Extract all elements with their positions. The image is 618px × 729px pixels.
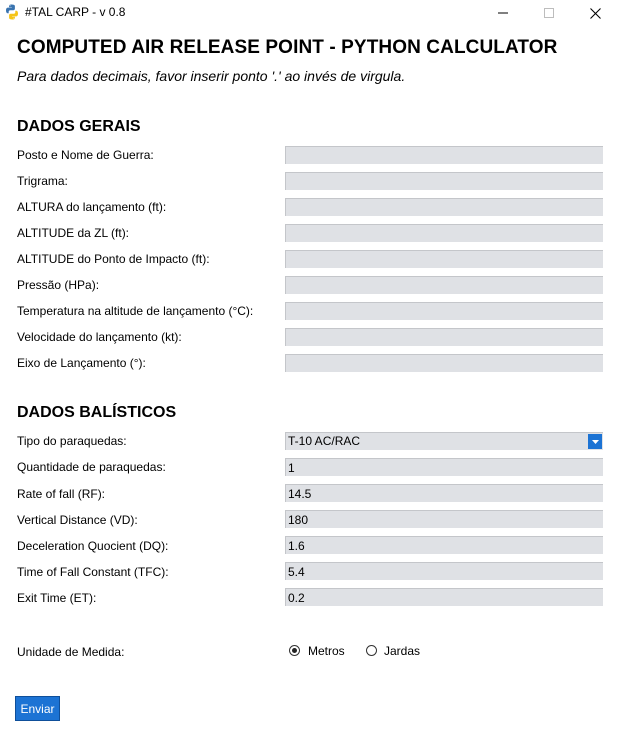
close-icon xyxy=(589,7,601,19)
close-button[interactable] xyxy=(572,0,618,26)
title-bar: #TAL CARP - v 0.8 xyxy=(0,0,618,26)
app-window: #TAL CARP - v 0.8 COMPUTED AIR RELEASE P… xyxy=(0,0,618,729)
deceleration-quocient-input[interactable] xyxy=(285,536,603,554)
eixo-lancamento-input[interactable] xyxy=(285,354,603,372)
deceleration-quocient-label: Deceleration Quocient (DQ): xyxy=(17,539,169,553)
maximize-button[interactable] xyxy=(526,0,572,26)
altura-lancamento-label: ALTURA do lançamento (ft): xyxy=(17,200,167,214)
radio-selected-dot xyxy=(292,648,297,653)
altitude-zl-input[interactable] xyxy=(285,224,603,242)
pressao-input[interactable] xyxy=(285,276,603,294)
window-title: #TAL CARP - v 0.8 xyxy=(25,5,126,19)
velocidade-label: Velocidade do lançamento (kt): xyxy=(17,330,182,344)
altitude-ponto-impacto-label: ALTITUDE do Ponto de Impacto (ft): xyxy=(17,252,210,266)
radio-jardas[interactable] xyxy=(366,645,377,656)
enviar-button[interactable]: Enviar xyxy=(15,696,60,721)
velocidade-input[interactable] xyxy=(285,328,603,346)
section-title-dados-gerais: DADOS GERAIS xyxy=(17,118,141,135)
python-icon xyxy=(6,4,18,20)
rate-of-fall-input[interactable] xyxy=(285,484,603,502)
trigrama-label: Trigrama: xyxy=(17,174,68,188)
minimize-icon xyxy=(498,12,508,14)
tipo-paraquedas-select[interactable]: T-10 AC/RAC xyxy=(285,432,603,450)
radio-jardas-label[interactable]: Jardas xyxy=(384,644,420,658)
eixo-lancamento-label: Eixo de Lançamento (°): xyxy=(17,356,146,370)
posto-nome-label: Posto e Nome de Guerra: xyxy=(17,148,154,162)
vertical-distance-label: Vertical Distance (VD): xyxy=(17,513,138,527)
section-title-dados-balisticos: DADOS BALÍSTICOS xyxy=(17,404,177,421)
page-subtitle: Para dados decimais, favor inserir ponto… xyxy=(17,68,406,84)
altitude-zl-label: ALTITUDE da ZL (ft): xyxy=(17,226,130,240)
chevron-down-icon[interactable] xyxy=(588,434,602,449)
tipo-paraquedas-label: Tipo do paraquedas: xyxy=(17,434,127,448)
temperatura-input[interactable] xyxy=(285,302,603,320)
unidade-medida-label: Unidade de Medida: xyxy=(17,645,125,659)
exit-time-label: Exit Time (ET): xyxy=(17,591,97,605)
time-of-fall-constant-input[interactable] xyxy=(285,562,603,580)
tipo-paraquedas-value: T-10 AC/RAC xyxy=(288,434,361,448)
radio-metros[interactable] xyxy=(289,645,300,656)
radio-metros-label[interactable]: Metros xyxy=(308,644,345,658)
quantidade-paraquedas-label: Quantidade de paraquedas: xyxy=(17,460,166,474)
page-title: COMPUTED AIR RELEASE POINT - PYTHON CALC… xyxy=(17,37,558,58)
vertical-distance-input[interactable] xyxy=(285,510,603,528)
exit-time-input[interactable] xyxy=(285,588,603,606)
quantidade-paraquedas-input[interactable] xyxy=(285,458,603,476)
minimize-button[interactable] xyxy=(480,0,526,26)
time-of-fall-constant-label: Time of Fall Constant (TFC): xyxy=(17,565,169,579)
rate-of-fall-label: Rate of fall (RF): xyxy=(17,487,106,501)
trigrama-input[interactable] xyxy=(285,172,603,190)
posto-nome-input[interactable] xyxy=(285,146,603,164)
temperatura-label: Temperatura na altitude de lançamento (°… xyxy=(17,304,254,318)
maximize-icon xyxy=(544,8,554,18)
altura-lancamento-input[interactable] xyxy=(285,198,603,216)
altitude-ponto-impacto-input[interactable] xyxy=(285,250,603,268)
pressao-label: Pressão (HPa): xyxy=(17,278,100,292)
